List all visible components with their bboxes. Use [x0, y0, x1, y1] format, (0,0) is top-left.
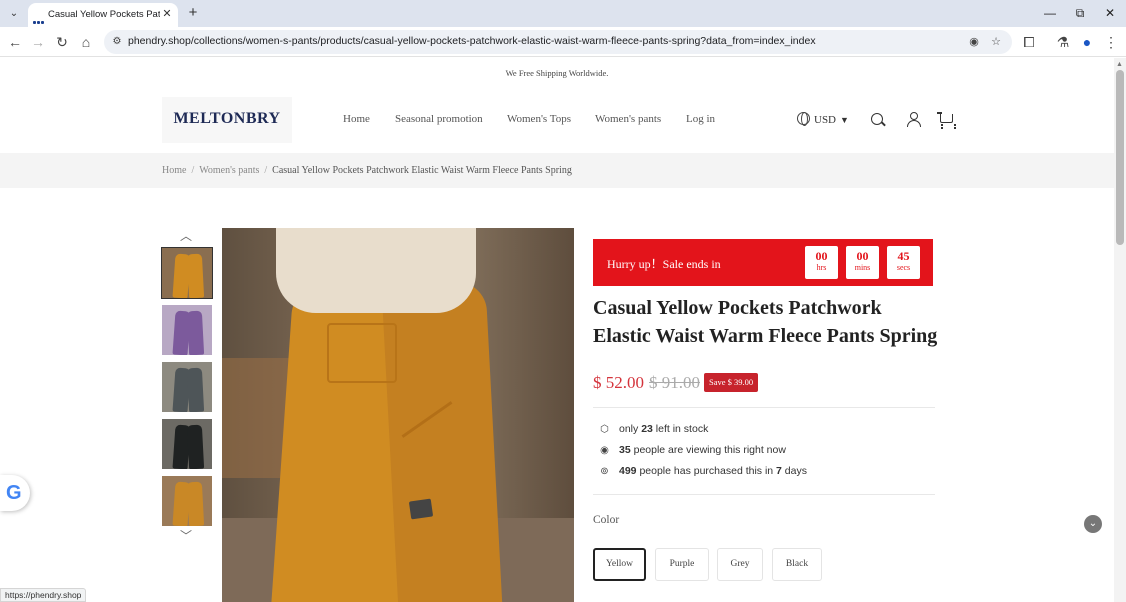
stock-info: ⬡ only 23 left in stock [598, 422, 708, 436]
search-icon[interactable] [871, 113, 883, 125]
currency-label: USD [814, 114, 837, 126]
star-icon[interactable]: ☆ [988, 35, 1004, 49]
status-bar: https://phendry.shop [0, 588, 87, 602]
countdown-hours: 00 hrs [805, 246, 838, 279]
product-thumbnail-black[interactable] [162, 419, 212, 469]
globe-icon [797, 112, 810, 126]
product-thumbnail-yellow[interactable] [162, 476, 212, 526]
minimize-icon[interactable]: — [1041, 5, 1059, 21]
account-icon[interactable] [907, 112, 921, 127]
breadcrumb-separator: / [191, 165, 195, 176]
logo[interactable]: MELTONBRY [162, 97, 292, 143]
breadcrumb-home[interactable]: Home [162, 165, 186, 176]
currency-selector[interactable]: USD ▼ [797, 112, 849, 130]
page-viewport: We Free Shipping Worldwide. MELTONBRY Ho… [0, 58, 1114, 602]
purchased-info: ⊚ 499 people has purchased this in 7 days [598, 464, 807, 478]
new-tab-icon[interactable]: + [184, 4, 202, 22]
logo-text: MELTONBRY [173, 110, 281, 127]
announcement-bar: We Free Shipping Worldwide. [505, 68, 609, 78]
sale-countdown: Hurry up！Sale ends in 00 hrs 00 mins 45 sec… [593, 239, 933, 286]
save-badge: Save $ 39.00 [704, 373, 759, 392]
nav-womens-tops[interactable]: Women's Tops [507, 113, 571, 125]
eye-icon: ◉ [600, 445, 609, 456]
browser-tab-bar: ⌄ Casual Yellow Pockets Patchwork ✕ + — … [0, 0, 1126, 27]
chevron-down-icon: ▼ [840, 115, 849, 125]
browser-tab[interactable]: Casual Yellow Pockets Patchwork ✕ [28, 3, 178, 27]
forward-icon[interactable]: → [29, 33, 47, 51]
original-price: $ 91.00 [649, 373, 700, 392]
labs-icon[interactable]: ⚗ [1054, 33, 1072, 51]
thumb-down-arrow-icon[interactable]: ﹀ [179, 530, 193, 542]
breadcrumb-separator: / [264, 165, 268, 176]
box-icon: ⬡ [600, 424, 609, 435]
product-thumbnail-yellow[interactable] [161, 247, 213, 299]
dollar-icon: ⊚ [600, 466, 609, 477]
divider [593, 494, 935, 495]
close-tab-icon[interactable]: ✕ [160, 7, 174, 21]
viewing-info: ◉ 35 people are viewing this right now [598, 443, 786, 457]
tab-search-icon[interactable]: ⌄ [6, 6, 22, 22]
google-badge[interactable]: G [0, 475, 30, 511]
color-option-grey[interactable]: Grey [717, 548, 763, 581]
product-thumbnail-purple[interactable] [162, 305, 212, 355]
thumb-up-arrow-icon[interactable]: ︿ [179, 230, 193, 242]
sale-price: $ 52.00 [593, 373, 644, 392]
back-icon[interactable]: ← [6, 33, 24, 51]
color-option-purple[interactable]: Purple [655, 548, 709, 581]
nav-seasonal-promotion[interactable]: Seasonal promotion [395, 113, 483, 125]
url-text[interactable]: phendry.shop/collections/women-s-pants/p… [128, 35, 816, 47]
scrollbar-thumb[interactable] [1116, 70, 1124, 245]
main-product-image[interactable] [222, 228, 574, 602]
breadcrumb: Home / Women's pants / Casual Yellow Pockets… [0, 153, 1114, 188]
nav-log-in[interactable]: Log in [686, 113, 715, 125]
countdown-seconds: 45 secs [887, 246, 920, 279]
scroll-up-icon[interactable]: ▲ [1116, 61, 1123, 68]
color-option-black[interactable]: Black [772, 548, 822, 581]
product-title: Casual Yellow Pockets Patchwork Elastic … [593, 297, 938, 347]
extensions-icon[interactable]: ⧠ [1020, 33, 1038, 51]
restore-icon[interactable]: ⧉ [1071, 5, 1089, 21]
product-thumbnail-grey[interactable] [162, 362, 212, 412]
color-label: Color [593, 514, 620, 526]
countdown-minutes: 00 mins [846, 246, 879, 279]
scroll-to-top-button[interactable]: ⌄ [1084, 515, 1102, 533]
address-bar[interactable]: ⚙ phendry.shop/collections/women-s-pants… [104, 30, 1012, 54]
color-option-yellow[interactable]: Yellow [593, 548, 646, 581]
home-icon[interactable]: ⌂ [77, 33, 95, 51]
site-info-icon[interactable]: ⚙ [110, 35, 124, 49]
menu-icon[interactable]: ⋮ [1102, 33, 1120, 51]
nav-womens-pants[interactable]: Women's pants [595, 113, 661, 125]
eye-off-icon[interactable]: ◉ [966, 35, 982, 49]
close-window-icon[interactable]: ✕ [1101, 5, 1119, 21]
countdown-label: Hurry up！Sale ends in [607, 257, 721, 271]
page-scrollbar[interactable]: ▲ [1114, 58, 1126, 602]
reload-icon[interactable]: ↻ [53, 33, 71, 51]
google-icon: G [6, 482, 22, 504]
breadcrumb-current: Casual Yellow Pockets Patchwork Elastic … [272, 165, 572, 176]
browser-toolbar: ← → ↻ ⌂ ⚙ phendry.shop/collections/women… [0, 27, 1126, 57]
breadcrumb-womens-pants[interactable]: Women's pants [199, 165, 259, 176]
divider [593, 407, 935, 408]
profile-icon[interactable]: ● [1078, 33, 1096, 51]
cart-icon[interactable] [937, 112, 956, 127]
favicon-icon [33, 11, 45, 24]
tab-title: Casual Yellow Pockets Patchwork [48, 9, 160, 20]
nav-home[interactable]: Home [343, 113, 370, 125]
